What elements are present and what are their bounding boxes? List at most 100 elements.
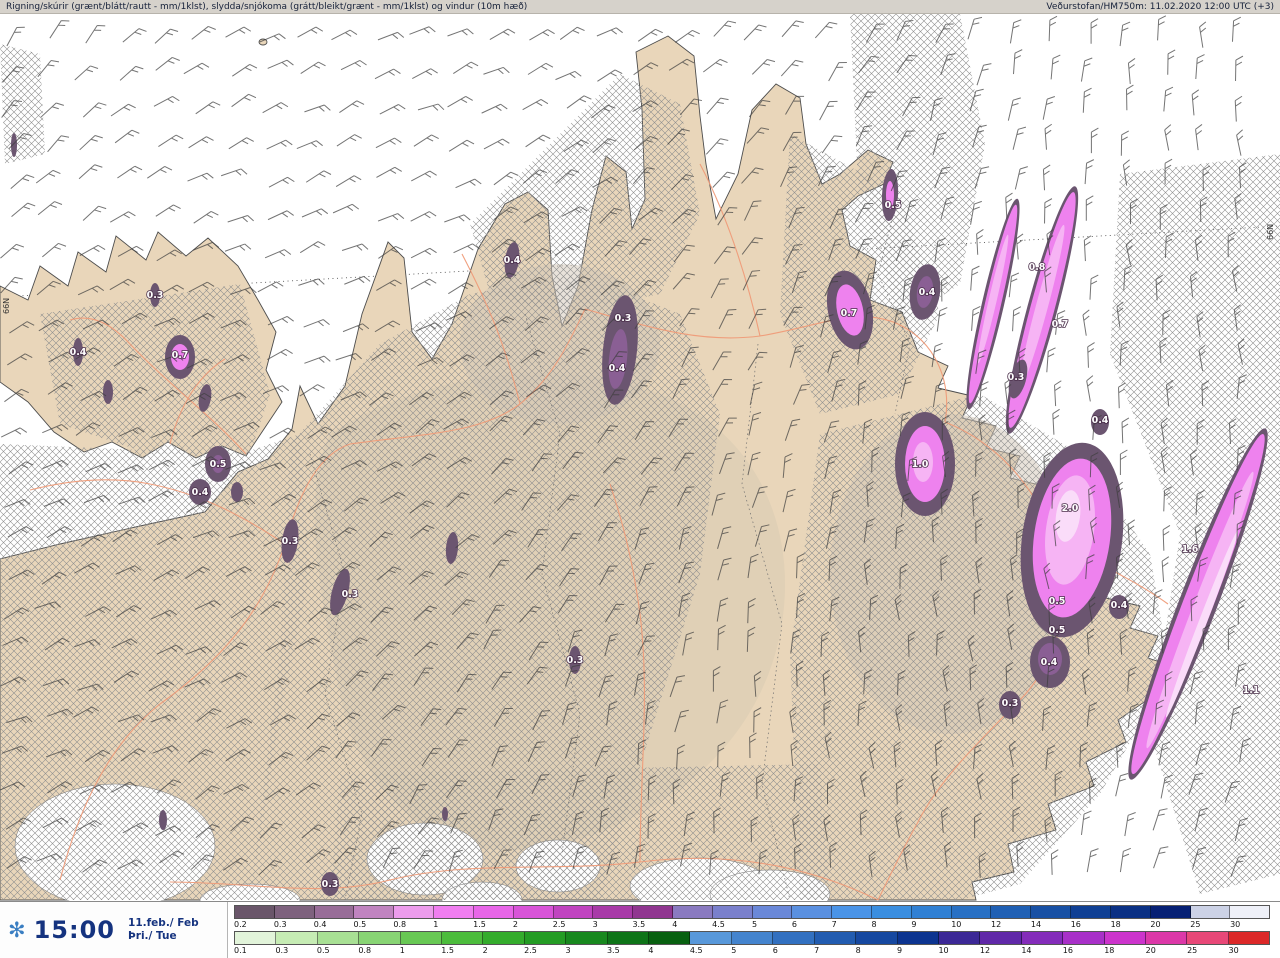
legend-cell xyxy=(951,906,992,918)
legend-label: 1 xyxy=(433,920,439,929)
rain-scale-labels: 0.1 0.3 0.5 0.8 1 1.5 2 2.5 3 3.5 4 4.5 5 6 7 8 9 10 12 14 1… xyxy=(234,945,1270,956)
legend-cell xyxy=(1031,906,1072,918)
legend-label: 30 xyxy=(1228,946,1239,955)
precip-value-label: 0.4 xyxy=(1111,600,1128,611)
legend-cell xyxy=(1110,906,1151,918)
legend-label: 5 xyxy=(751,920,758,929)
valid-date: 11.feb./ Feb Þri./ Tue xyxy=(128,917,199,943)
legend-label: 5 xyxy=(731,946,737,955)
precip-value-label: 0.4 xyxy=(1092,415,1109,426)
legend-cell xyxy=(792,906,833,918)
precip-value-label: 0.4 xyxy=(609,363,626,374)
precip-value-label: 1.1 xyxy=(1243,685,1260,696)
legend-label: 3.5 xyxy=(606,946,620,955)
graticule-label: 66N xyxy=(1266,224,1275,240)
precip-value-label: 0.5 xyxy=(885,200,902,211)
precip-value-label: 0.3 xyxy=(567,655,584,666)
legend-cell xyxy=(235,932,277,944)
legend-cell xyxy=(633,906,673,918)
precip-value-label: 0.4 xyxy=(70,347,87,358)
precip-value-label: 0.3 xyxy=(1008,372,1025,383)
legend-label: 10 xyxy=(938,946,949,955)
precip-value-label: 0.3 xyxy=(1002,698,1019,709)
legend-label: 2.5 xyxy=(524,946,537,955)
legend-cell xyxy=(359,932,401,944)
precip-value-label: 0.7 xyxy=(1052,319,1069,330)
legend-cell xyxy=(1071,906,1111,918)
legend-cell xyxy=(566,932,608,944)
legend-cell xyxy=(1150,906,1191,918)
legend-label: 14 xyxy=(1030,920,1042,929)
weather-map: 0.4 0.3 0.4 0.5 0.7 0.4 0.8 0.7 0.3 0.4 1.0 2.0 1.6 0… xyxy=(0,14,1280,901)
precip-value-label: 0.4 xyxy=(504,255,521,266)
legend-cell xyxy=(690,932,732,944)
legend-cell xyxy=(731,932,774,944)
legend-cell xyxy=(872,906,912,918)
legend-label: 6 xyxy=(772,946,778,955)
legend-label: 8 xyxy=(871,920,877,929)
legend-cell xyxy=(832,906,872,918)
legend-label: 9 xyxy=(911,920,917,929)
legend-cell xyxy=(317,932,360,944)
legend-label: 20 xyxy=(1150,920,1161,929)
legend-label: 1.5 xyxy=(441,946,454,955)
legend-cell xyxy=(553,906,594,918)
legend-label: 25 xyxy=(1190,920,1201,929)
legend-label: 4.5 xyxy=(689,946,703,955)
legend-cell xyxy=(276,932,318,944)
legend-cell xyxy=(524,932,567,944)
precip-value-label: 0.7 xyxy=(172,350,189,361)
legend-label: 4.5 xyxy=(712,920,725,929)
legend-label: 0.3 xyxy=(273,920,287,929)
legend-label: 14 xyxy=(1021,946,1032,955)
legend-label: 7 xyxy=(831,920,837,929)
legend-label: 25 xyxy=(1187,946,1198,955)
legend-cell xyxy=(1228,932,1270,944)
precip-value-label: 0.5 xyxy=(210,459,227,470)
legend-cell xyxy=(911,906,952,918)
valid-time: 15:00 xyxy=(33,916,116,944)
forecast-title: Rigning/skúrir (grænt/blátt/rautt - mm/1… xyxy=(6,1,528,12)
legend-label: 20 xyxy=(1145,946,1156,955)
legend-cell xyxy=(483,932,525,944)
legend-cell xyxy=(980,932,1022,944)
legend-label: 16 xyxy=(1062,946,1073,955)
legend-label: 12 xyxy=(991,920,1002,929)
precip-value-label: 1.6 xyxy=(1182,544,1199,555)
legend-label: 0.4 xyxy=(313,920,327,929)
legend-cell xyxy=(1187,932,1229,944)
precip-value-label: 0.4 xyxy=(192,487,209,498)
precip-value-label: 0.4 xyxy=(919,287,936,298)
snowflake-icon: ✻ xyxy=(8,917,26,942)
precip-value-label: 0.3 xyxy=(342,589,359,600)
legend-label: 18 xyxy=(1104,946,1115,955)
legend-cell xyxy=(938,932,981,944)
legend-label: 2 xyxy=(482,946,488,955)
legend-cell xyxy=(442,932,484,944)
legend-label: 4 xyxy=(648,946,654,955)
precip-value-label: 0.4 xyxy=(1041,657,1058,668)
legend-label: 16 xyxy=(1070,920,1081,929)
legend-cell xyxy=(274,906,315,918)
legend-cell xyxy=(814,932,857,944)
legend-label: 10 xyxy=(951,920,962,929)
legend-label: 0.8 xyxy=(358,946,372,955)
legend-cell xyxy=(400,932,443,944)
legend-label: 0.5 xyxy=(353,920,367,929)
graticule-label: 66N xyxy=(2,298,11,314)
legend-label: 0.8 xyxy=(393,920,407,929)
legend-cell xyxy=(991,906,1032,918)
legend-cell xyxy=(856,932,898,944)
legend-cell xyxy=(897,932,939,944)
legend-cell xyxy=(473,906,514,918)
legend-cell xyxy=(235,906,275,918)
legend-label: 12 xyxy=(979,946,991,955)
legend-cell xyxy=(607,932,650,944)
legend-cell xyxy=(394,906,435,918)
header-bar: Rigning/skúrir (grænt/blátt/rautt - mm/1… xyxy=(0,0,1280,14)
legend-cell xyxy=(649,932,691,944)
rain-scale-bar xyxy=(234,931,1270,945)
legend-label: 2.5 xyxy=(552,920,566,929)
valid-date-line: 11.feb./ Feb xyxy=(128,916,199,929)
precip-value-label: 2.0 xyxy=(1062,503,1079,514)
